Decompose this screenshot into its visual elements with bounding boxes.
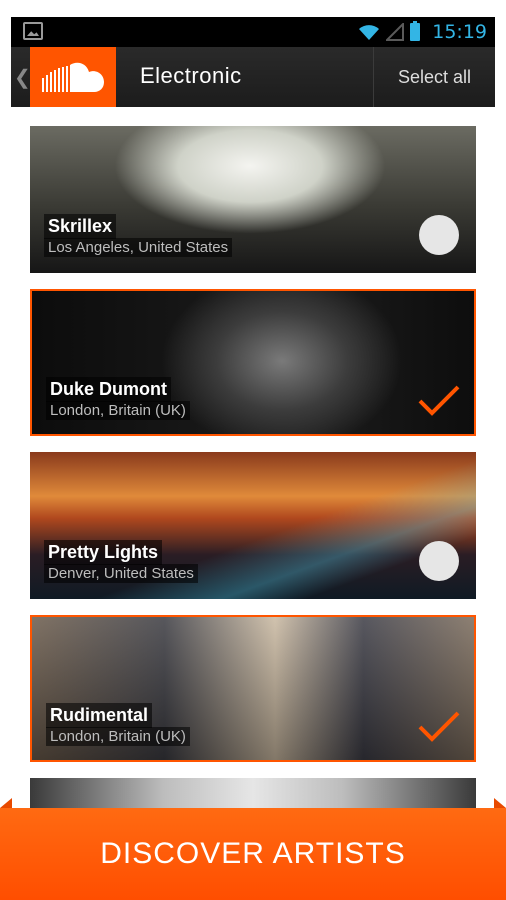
battery-icon <box>410 21 421 41</box>
soundcloud-cloud-icon <box>42 62 104 92</box>
image-icon <box>23 22 43 40</box>
status-time: 15:19 <box>432 21 487 43</box>
artist-location: Denver, United States <box>44 564 198 583</box>
artist-list[interactable]: Skrillex Los Angeles, United States Duke… <box>11 107 495 900</box>
artist-name: Duke Dumont <box>46 377 171 402</box>
wifi-icon <box>359 25 380 40</box>
artist-name: Skrillex <box>44 214 117 239</box>
status-bar: 15:19 <box>11 17 495 47</box>
artist-location: Los Angeles, United States <box>44 238 233 257</box>
soundcloud-logo[interactable] <box>30 47 116 107</box>
artist-name: Rudimental <box>46 703 153 728</box>
artist-card-skrillex[interactable]: Skrillex Los Angeles, United States <box>30 126 476 273</box>
status-icons: 15:19 <box>358 20 487 44</box>
checkmark-icon[interactable] <box>418 383 460 417</box>
back-chevron-icon[interactable]: ❮ <box>14 65 31 90</box>
artist-card-rudimental[interactable]: Rudimental London, Britain (UK) <box>30 615 476 762</box>
select-all-button[interactable]: Select all <box>374 47 495 107</box>
phone-screen: 15:19 ❮ Electronic Select all Skrillex L… <box>11 17 495 900</box>
discover-artists-button[interactable]: DISCOVER ARTISTS <box>0 808 506 900</box>
artist-card-pretty-lights[interactable]: Pretty Lights Denver, United States <box>30 452 476 599</box>
select-circle-icon[interactable] <box>419 541 459 581</box>
artist-name: Pretty Lights <box>44 540 163 565</box>
page-title: Electronic <box>140 63 242 88</box>
checkmark-icon[interactable] <box>418 709 460 743</box>
artist-card-duke-dumont[interactable]: Duke Dumont London, Britain (UK) <box>30 289 476 436</box>
artist-location: London, Britain (UK) <box>46 401 190 420</box>
signal-icon <box>386 23 405 41</box>
action-bar: ❮ Electronic Select all <box>11 47 495 108</box>
select-circle-icon[interactable] <box>419 215 459 255</box>
artist-location: London, Britain (UK) <box>46 727 190 746</box>
